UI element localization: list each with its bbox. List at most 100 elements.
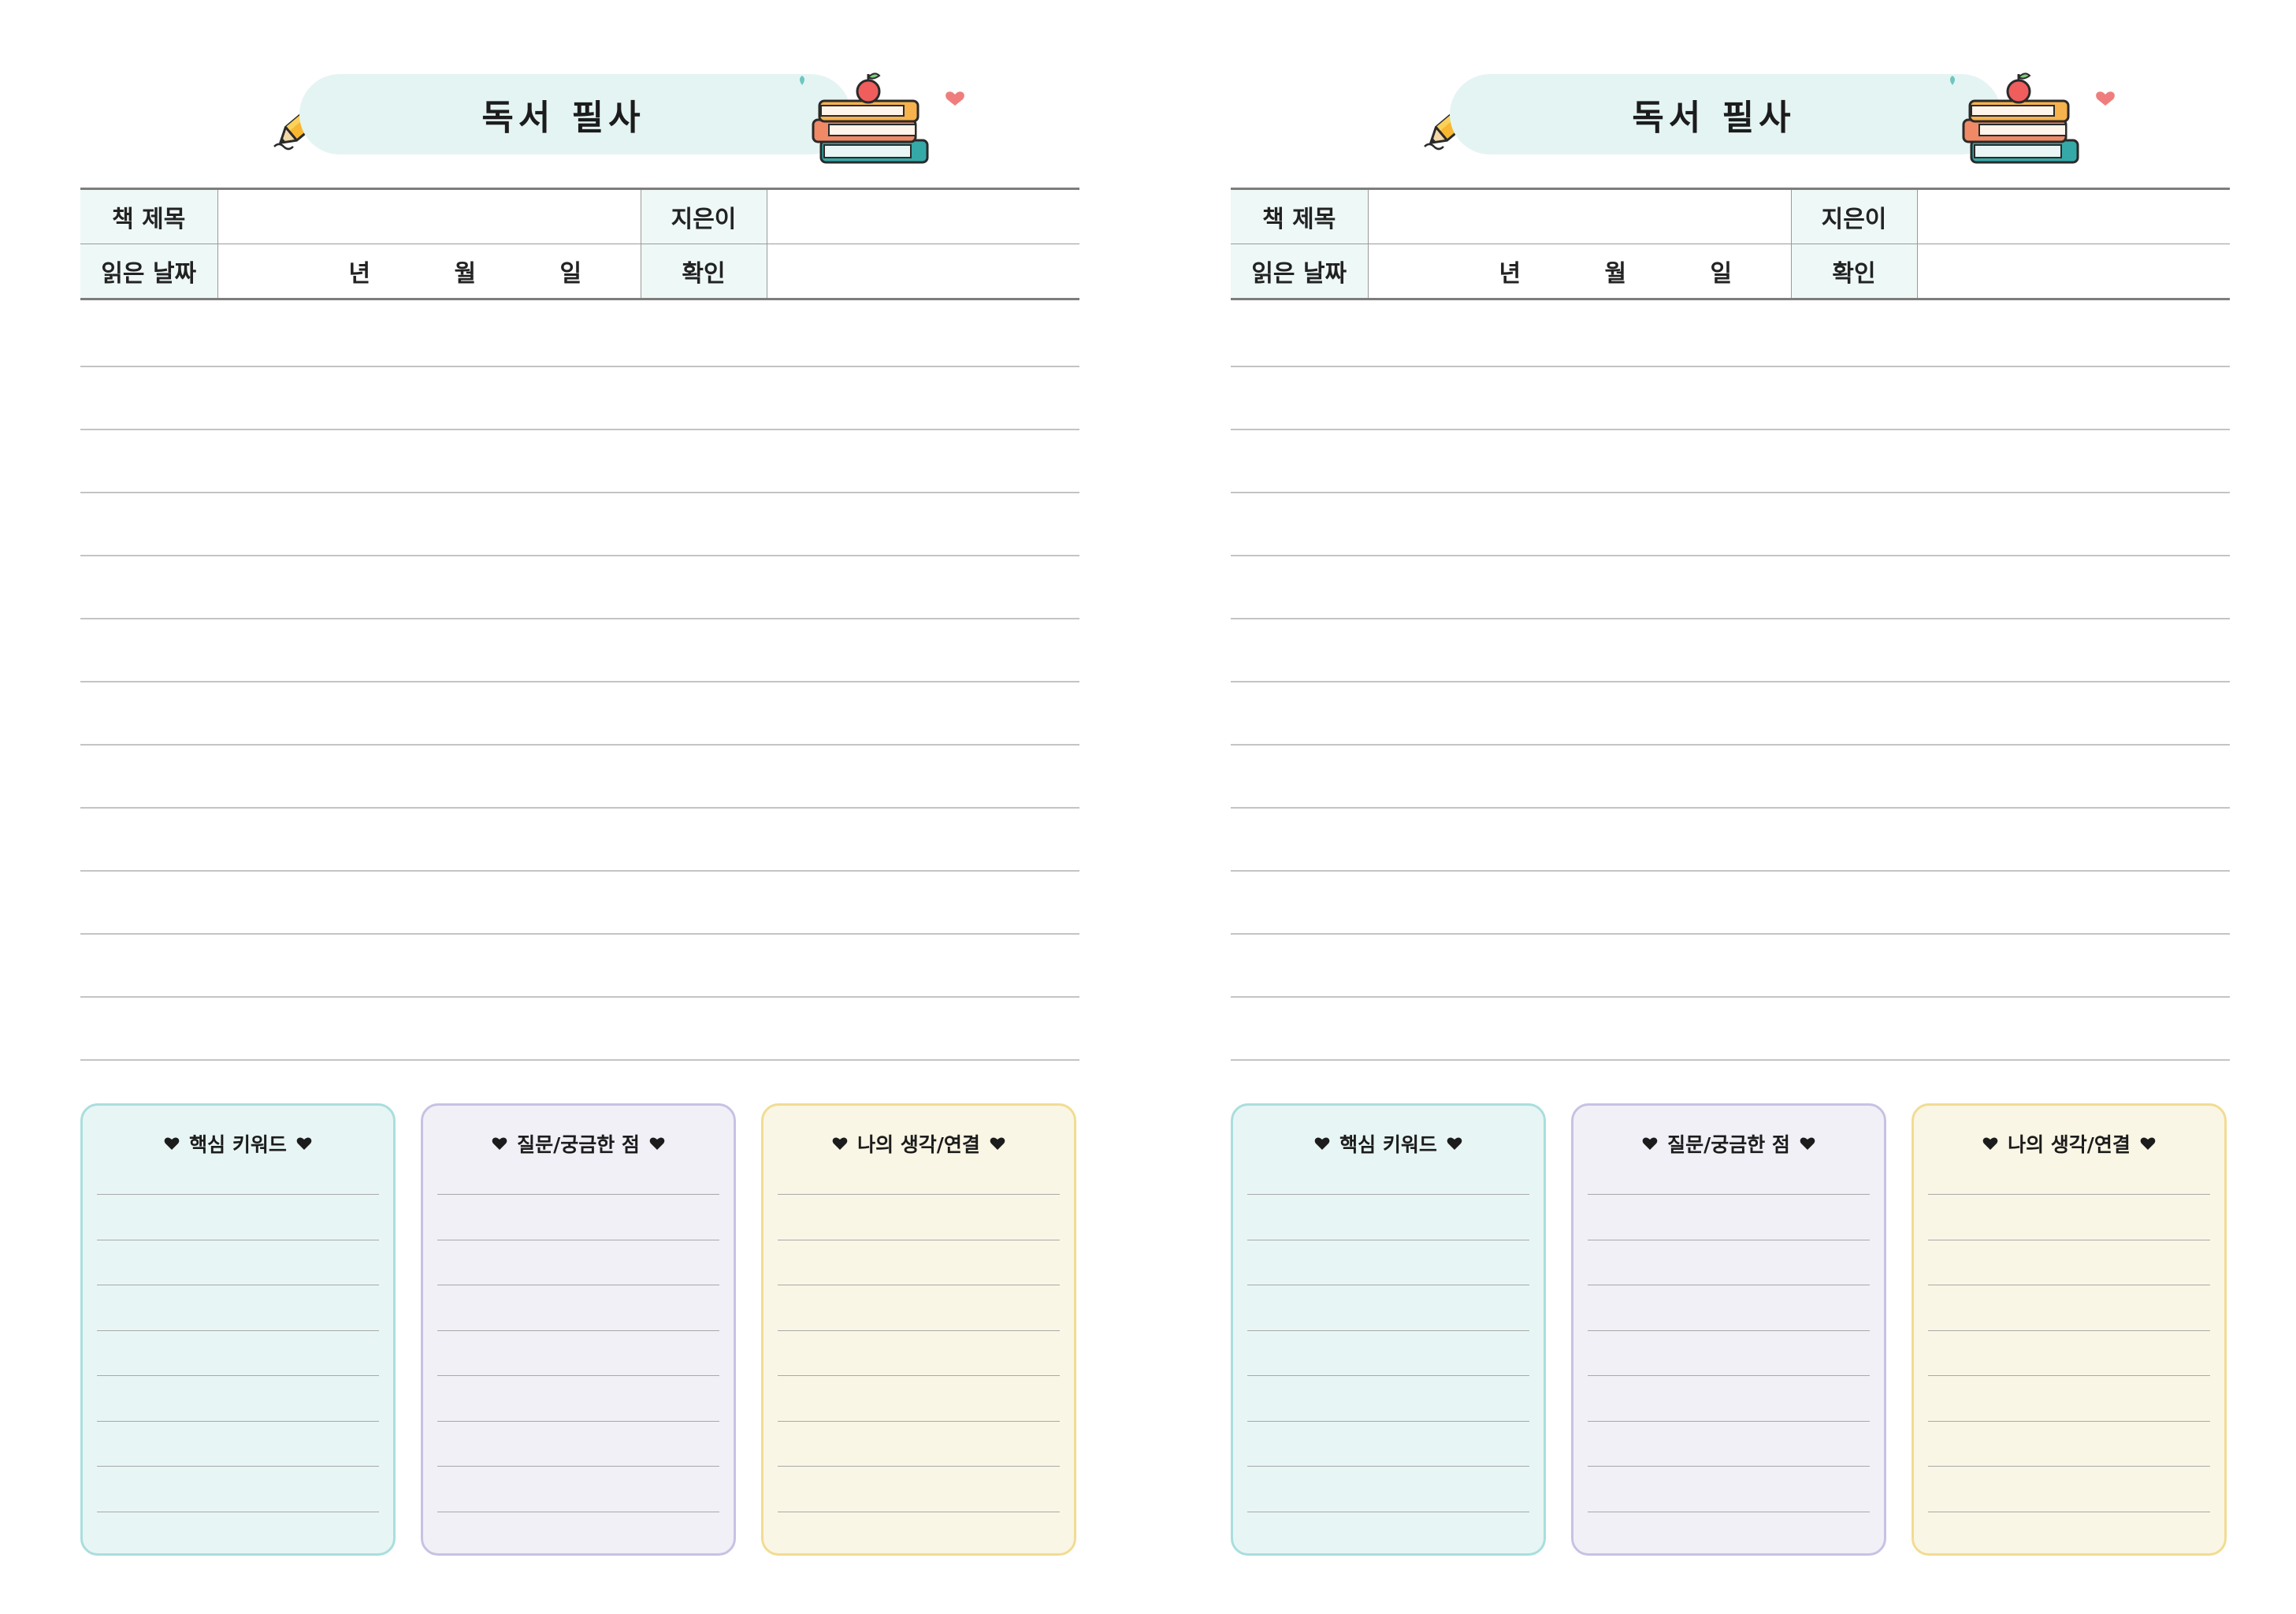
transcription-area[interactable] — [80, 304, 1079, 1061]
heart-icon — [1447, 1137, 1462, 1150]
writing-line — [80, 807, 1079, 809]
writing-line — [1231, 807, 2230, 809]
book-stack-icon — [789, 71, 979, 169]
writing-line — [1231, 555, 2230, 556]
note-line — [1588, 1375, 1870, 1376]
writing-line — [1231, 681, 2230, 682]
year-label: 년 — [348, 260, 371, 288]
note-line — [1247, 1466, 1529, 1467]
author-field[interactable] — [766, 188, 1079, 244]
day-label: 일 — [559, 260, 582, 288]
note-line — [437, 1330, 719, 1331]
question-box-heading: 질문/궁금한 점 — [423, 1129, 734, 1158]
question-box[interactable]: 질문/궁금한 점 — [1571, 1103, 1886, 1556]
keyword-box[interactable]: 핵심 키워드 — [80, 1103, 396, 1556]
note-line — [778, 1330, 1060, 1331]
writing-line — [1231, 744, 2230, 746]
note-line — [1928, 1330, 2210, 1331]
note-line — [97, 1194, 379, 1195]
thought-box-heading: 나의 생각/연결 — [1914, 1129, 2224, 1158]
heart-icon — [296, 1137, 312, 1150]
writing-line — [1231, 492, 2230, 493]
note-line — [1588, 1420, 1870, 1422]
writing-line — [80, 681, 1079, 682]
note-line — [1928, 1194, 2210, 1195]
note-line — [97, 1330, 379, 1331]
note-line — [97, 1375, 379, 1376]
heart-icon — [832, 1137, 848, 1150]
year-label: 년 — [1499, 260, 1521, 288]
note-line — [778, 1420, 1060, 1422]
book-title-label: 책 제목 — [1231, 188, 1368, 244]
note-line — [1588, 1466, 1870, 1467]
writing-line — [80, 618, 1079, 619]
question-box-heading: 질문/궁금한 점 — [1573, 1129, 1884, 1158]
date-field[interactable]: 년 월 일 — [217, 244, 641, 299]
keyword-box-heading: 핵심 키워드 — [83, 1129, 393, 1158]
writing-line — [1231, 933, 2230, 935]
heart-icon — [990, 1137, 1005, 1150]
thought-box[interactable]: 나의 생각/연결 — [1911, 1103, 2227, 1556]
heart-icon — [649, 1137, 665, 1150]
page-title: 독서 필사 — [481, 98, 645, 138]
date-field[interactable]: 년 월 일 — [1367, 244, 1791, 299]
heart-icon — [1982, 1137, 1998, 1150]
author-label: 지은이 — [640, 188, 767, 244]
note-line — [1928, 1375, 2210, 1376]
date-label: 읽은 날짜 — [80, 244, 217, 299]
writing-line — [1231, 366, 2230, 367]
title-banner: 독서 필사 — [299, 74, 851, 154]
writing-line — [1231, 429, 2230, 430]
note-line — [1928, 1420, 2210, 1422]
thought-box[interactable]: 나의 생각/연결 — [761, 1103, 1076, 1556]
confirm-field[interactable] — [1916, 244, 2230, 299]
note-line — [437, 1375, 719, 1376]
transcription-area[interactable] — [1231, 304, 2230, 1061]
author-field[interactable] — [1916, 188, 2230, 244]
note-line — [778, 1466, 1060, 1467]
note-line — [1588, 1194, 1870, 1195]
writing-line — [80, 429, 1079, 430]
thought-box-heading: 나의 생각/연결 — [763, 1129, 1074, 1158]
writing-line — [1231, 1059, 2230, 1061]
note-line — [1247, 1420, 1529, 1422]
writing-line — [80, 870, 1079, 872]
note-line — [1247, 1330, 1529, 1331]
heart-icon — [2140, 1137, 2156, 1150]
author-label: 지은이 — [1790, 188, 1917, 244]
book-title-field[interactable] — [217, 188, 641, 244]
reading-sheet-right: 독서 필사 책 제목 지은이 읽은 날짜 년 월 일 확인 핵심 키워드 질문/… — [1231, 0, 2230, 1614]
heart-icon — [164, 1137, 180, 1150]
note-line — [437, 1420, 719, 1422]
writing-line — [80, 366, 1079, 367]
month-label: 월 — [1604, 260, 1627, 288]
confirm-field[interactable] — [766, 244, 1079, 299]
writing-line — [80, 933, 1079, 935]
note-line — [437, 1194, 719, 1195]
question-box[interactable]: 질문/궁금한 점 — [421, 1103, 736, 1556]
confirm-label: 확인 — [1790, 244, 1917, 299]
writing-line — [80, 1059, 1079, 1061]
heart-icon — [1314, 1137, 1330, 1150]
keyword-box[interactable]: 핵심 키워드 — [1231, 1103, 1546, 1556]
book-title-field[interactable] — [1367, 188, 1791, 244]
note-line — [97, 1420, 379, 1422]
note-line — [1588, 1330, 1870, 1331]
writing-line — [1231, 996, 2230, 998]
note-line — [1928, 1466, 2210, 1467]
book-info-table: 책 제목 지은이 읽은 날짜 년 월 일 확인 — [1231, 188, 2230, 300]
note-line — [778, 1375, 1060, 1376]
keyword-box-heading: 핵심 키워드 — [1233, 1129, 1544, 1158]
writing-line — [1231, 870, 2230, 872]
book-info-table: 책 제목 지은이 읽은 날짜 년 월 일 확인 — [80, 188, 1079, 300]
note-line — [97, 1466, 379, 1467]
title-banner: 독서 필사 — [1450, 74, 2001, 154]
note-line — [437, 1466, 719, 1467]
book-stack-icon — [1940, 71, 2129, 169]
heart-icon — [1642, 1137, 1658, 1150]
day-label: 일 — [1710, 260, 1733, 288]
note-line — [778, 1194, 1060, 1195]
writing-line — [80, 996, 1079, 998]
writing-line — [1231, 618, 2230, 619]
note-line — [1247, 1194, 1529, 1195]
